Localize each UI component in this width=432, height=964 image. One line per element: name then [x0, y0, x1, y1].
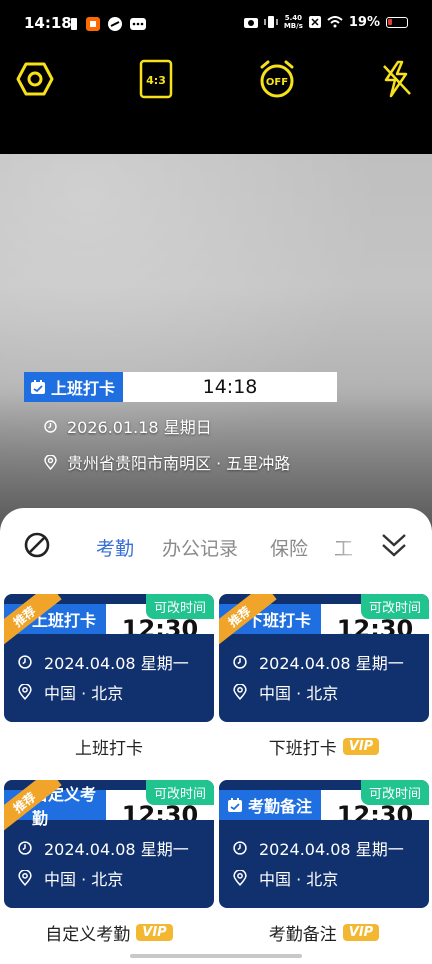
location-pin-icon: [233, 684, 247, 700]
expand-tabs-button[interactable]: [380, 530, 408, 564]
clock-icon: [233, 655, 247, 669]
flash-auto-icon: [383, 60, 411, 98]
timer-off-icon: OFF: [260, 60, 294, 98]
notification-icons: [70, 17, 146, 31]
card-title-attendance-note[interactable]: 考勤备注 VIP: [219, 920, 429, 945]
watermark-time: 14:18: [123, 372, 338, 402]
battery-percent: 19%: [348, 14, 380, 30]
location-pin-icon: [44, 454, 57, 470]
tab-office-record[interactable]: 办公记录: [162, 534, 238, 561]
template-card-attendance-note[interactable]: 考勤备注 12:30 可改时间 2024.04.08 星期一 中国 · 北京: [219, 780, 429, 908]
editable-time-badge: 可改时间: [145, 780, 214, 805]
card-location-line: 中国 · 北京: [18, 680, 123, 704]
timer-button[interactable]: OFF: [254, 56, 300, 102]
watermark-tag: 上班打卡: [24, 372, 124, 402]
sim-icon: [71, 18, 77, 30]
status-bar: 14:18 5.40 MB/s 19%: [0, 0, 432, 50]
aspect-ratio-button[interactable]: 4:3: [133, 56, 179, 102]
settings-hex-icon: [16, 62, 54, 96]
watermark-location: 贵州省贵阳市南明区 · 五里冲路: [67, 454, 291, 473]
card-date-line: 2024.04.08 星期一: [233, 650, 404, 674]
camera-viewfinder[interactable]: 上班打卡 14:18 2026.01.18 星期日 贵州省贵阳市南明区 · 五里…: [0, 154, 432, 534]
card-date-line: 2024.04.08 星期一: [18, 650, 189, 674]
card-location-line: 中国 · 北京: [233, 866, 338, 890]
card-tag: 考勤备注: [219, 790, 321, 820]
card-date-line: 2024.04.08 星期一: [233, 836, 404, 860]
flash-button[interactable]: [374, 56, 420, 102]
more-notifications-icon: [130, 18, 146, 30]
tab-insurance[interactable]: 保险: [270, 534, 308, 561]
no-watermark-button[interactable]: [24, 532, 50, 562]
camera-toolbar: 4:3 OFF: [0, 50, 432, 154]
location-pin-icon: [233, 870, 247, 886]
vip-badge: VIP: [342, 738, 380, 755]
double-chevron-down-icon: [382, 534, 406, 557]
wifi-icon: [327, 16, 343, 28]
camera-in-use-icon: [243, 18, 258, 28]
home-indicator[interactable]: [130, 954, 302, 958]
clock-icon: [18, 655, 32, 669]
watermark-date: 2026.01.18 星期日: [67, 418, 212, 437]
card-date-line: 2024.04.08 星期一: [18, 836, 189, 860]
network-speed: 5.40 MB/s: [283, 14, 303, 30]
battery-icon: [386, 16, 408, 28]
watermark-date-line: 2026.01.18 星期日: [24, 414, 337, 438]
template-card-clock-in[interactable]: 上班打卡 12:30 可改时间 推荐 2024.04.08 星期一 中国 · 北…: [4, 594, 214, 722]
prohibited-icon: [24, 532, 50, 558]
template-card-custom-attendance[interactable]: 自定义考勤 12:30 可改时间 推荐 2024.04.08 星期一 中国 · …: [4, 780, 214, 908]
calendar-check-icon: [31, 380, 45, 394]
card-title-clock-out[interactable]: 下班打卡 VIP: [219, 734, 429, 759]
editable-time-badge: 可改时间: [145, 594, 214, 619]
status-time: 14:18: [24, 14, 72, 32]
template-card-clock-out[interactable]: 下班打卡 12:30 可改时间 推荐 2024.04.08 星期一 中国 · 北…: [219, 594, 429, 722]
timer-label: OFF: [266, 77, 288, 88]
tab-attendance[interactable]: 考勤: [96, 534, 134, 561]
category-tabs: 考勤 办公记录 保险 工: [0, 526, 432, 566]
vip-badge: VIP: [136, 924, 173, 941]
no-signal-icon: [308, 16, 321, 28]
card-title-clock-in[interactable]: 上班打卡: [4, 734, 214, 759]
watermark-sheet: 考勤 办公记录 保险 工 上班打卡 12:30 可改时间 推荐 2024.04.…: [0, 508, 432, 964]
vibrate-icon: [264, 16, 278, 28]
watermark-location-line: 贵州省贵阳市南明区 · 五里冲路: [24, 450, 337, 474]
editable-time-badge: 可改时间: [360, 594, 429, 619]
settings-button[interactable]: [12, 56, 58, 102]
status-right: 5.40 MB/s 19%: [243, 14, 408, 30]
watermark-preview[interactable]: 上班打卡 14:18 2026.01.18 星期日 贵州省贵阳市南明区 · 五里…: [24, 372, 338, 474]
location-pin-icon: [18, 870, 32, 886]
clock-icon: [233, 841, 247, 855]
location-pin-icon: [18, 684, 32, 700]
watermark-tag-label: 上班打卡: [51, 379, 116, 398]
card-location-line: 中国 · 北京: [18, 866, 123, 890]
clock-icon: [18, 841, 32, 855]
vip-badge: VIP: [342, 924, 380, 941]
aspect-ratio-icon: 4:3: [139, 59, 173, 99]
clock-icon: [44, 419, 57, 433]
aspect-ratio-label: 4:3: [146, 74, 166, 87]
app-notification-icon: [86, 17, 100, 31]
card-title-custom-attendance[interactable]: 自定义考勤 VIP: [4, 920, 214, 945]
calendar-check-icon: [228, 798, 242, 812]
card-location-line: 中国 · 北京: [233, 680, 338, 704]
app-notification-icon: [108, 17, 122, 31]
editable-time-badge: 可改时间: [360, 780, 429, 805]
